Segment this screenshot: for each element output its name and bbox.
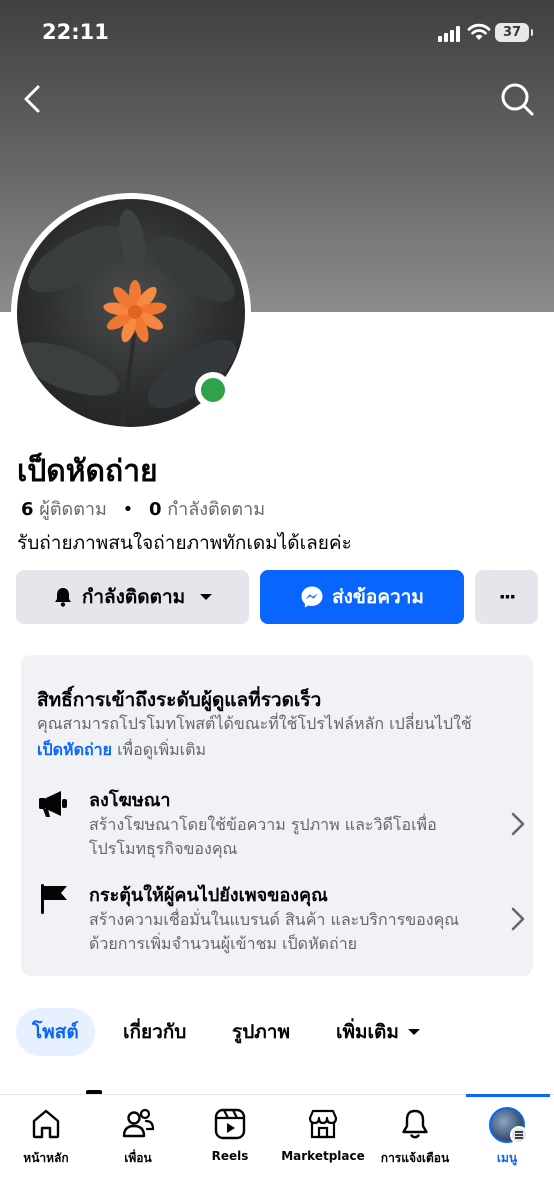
bell-icon [54,588,71,607]
nav-notifications[interactable]: การแจ้งเตือน [369,1095,461,1175]
follow-stats: 6 ผู้ติดตาม • 0 กำลังติดตาม [21,494,265,523]
run-ads-title: ลงโฆษณา [89,790,171,811]
caret-down-icon [200,594,213,600]
status-bar: 22:11 37 [0,0,554,64]
flag-icon [41,884,67,914]
caret-down-icon [407,1029,420,1035]
followers-label[interactable]: ผู้ติดตาม [39,499,107,520]
nav-marketplace-label: Marketplace [281,1149,365,1163]
drive-traffic-title: กระตุ้นให้ผู้คนไปยังเพจของคุณ [89,885,328,906]
drive-traffic-description: สร้างความเชื่อมั่นในแบรนด์ สินค้า และบริ… [89,910,460,953]
nav-friends[interactable]: เพื่อน [92,1095,184,1175]
following-button-label: กำลังติดตาม [81,586,186,608]
run-ads-description: สร้างโฆษณาโดยใช้ข้อความ รูปภาพ และวิดีโอ… [89,815,437,858]
more-options-button[interactable]: ··· [475,570,538,624]
megaphone-icon [39,791,67,817]
search-button[interactable] [498,80,536,118]
nav-marketplace[interactable]: Marketplace [277,1095,369,1175]
bell-icon [402,1109,428,1139]
status-time: 22:11 [42,20,109,44]
following-button[interactable]: กำลังติดตาม [16,570,249,624]
battery-indicator: 37 [495,23,533,42]
more-options-icon: ··· [498,586,517,608]
page-bio: รับถ่ายภาพสนใจถ่ายภาพทักเดมได้เลยค่ะ [17,532,352,554]
send-message-label: ส่งข้อความ [332,586,424,608]
tab-about[interactable]: เกี่ยวกับ [123,1008,186,1056]
tab-photos[interactable]: รูปภาพ [232,1008,290,1056]
following-count: 0 [148,499,162,520]
home-icon [32,1109,60,1139]
nav-menu-label: เมนู [496,1151,518,1165]
online-status-indicator [195,372,231,408]
nav-home[interactable]: หน้าหลัก [0,1095,92,1175]
chevron-left-icon [24,85,40,113]
nav-reels[interactable]: Reels [184,1095,276,1175]
chevron-right-icon [511,812,525,836]
reels-icon [214,1108,246,1140]
tab-posts[interactable]: โพสต์ [16,1008,95,1056]
nav-reels-label: Reels [211,1149,249,1163]
following-label[interactable]: กำลังติดตาม [167,499,265,520]
chevron-right-icon [511,907,525,931]
page-title: เป็ดหัดถ่าย [17,454,158,489]
marketplace-icon [308,1109,338,1139]
followers-count: 6 [21,499,34,520]
nav-friends-label: เพื่อน [124,1151,152,1165]
back-button[interactable] [16,80,52,118]
messenger-icon [301,586,323,608]
admin-access-card: สิทธิ์การเข้าถึงระดับผู้ดูแลที่รวดเร็ว ค… [21,655,533,976]
nav-notifications-label: การแจ้งเตือน [380,1151,450,1165]
bottom-navigation: หน้าหลัก เพื่อน Reels Marketplace การแจ้… [0,1094,554,1200]
stats-separator: • [122,499,134,520]
wifi-icon [467,23,491,40]
switch-profile-link[interactable]: เป็ดหัดถ่าย [37,740,112,759]
tab-more-label: เพิ่มเติม [336,1021,399,1043]
nav-home-label: หน้าหลัก [23,1151,69,1165]
search-icon [501,83,534,116]
menu-lines-icon [510,1126,528,1144]
cellular-signal-icon [438,26,462,42]
card-description: คุณสามารถโปรโมทโพสต์ได้ขณะที่ใช้โปรไฟล์ห… [37,714,472,759]
tab-more[interactable]: เพิ่มเติม [336,1008,421,1056]
send-message-button[interactable]: ส่งข้อความ [260,570,464,624]
nav-menu[interactable]: เมนู [461,1095,553,1175]
friends-icon [122,1108,155,1138]
